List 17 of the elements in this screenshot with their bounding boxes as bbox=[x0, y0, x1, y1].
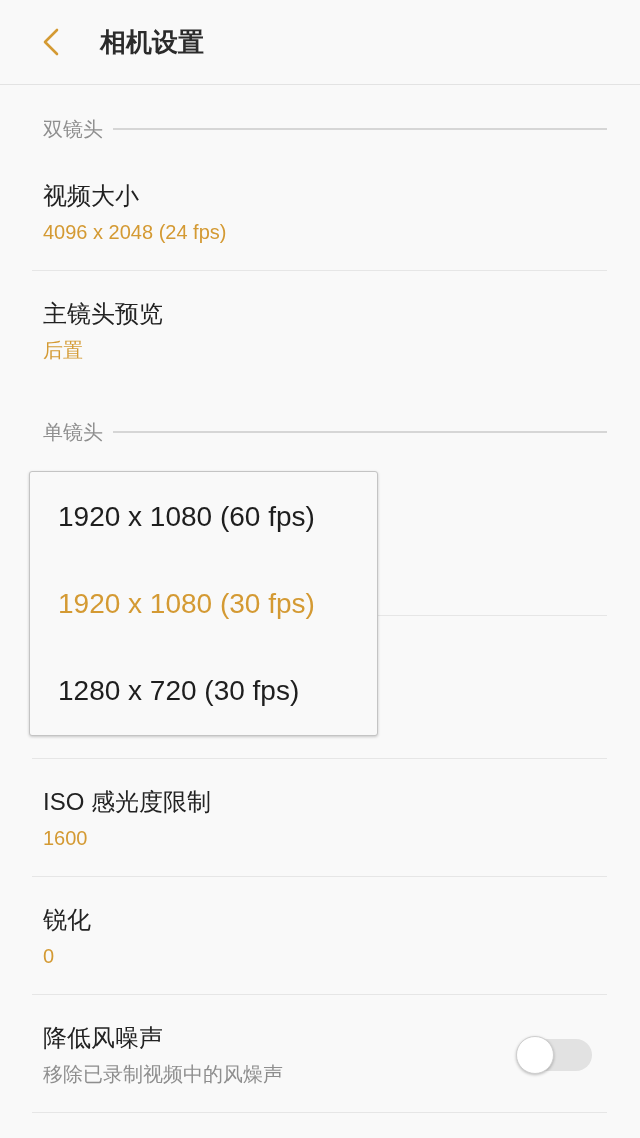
section-header: 双镜头 bbox=[43, 117, 103, 141]
back-chevron-icon bbox=[41, 28, 59, 56]
setting-value: 1600 bbox=[43, 826, 88, 851]
setting-title: ISO 感光度限制 bbox=[43, 787, 211, 817]
page-title: 相机设置 bbox=[100, 25, 204, 59]
setting-value: 4096 x 2048 (24 fps) bbox=[43, 220, 227, 245]
setting-description: 移除已录制视频中的风燥声 bbox=[43, 1062, 283, 1087]
dropdown-option[interactable]: 1920 x 1080 (60 fps) bbox=[30, 473, 377, 560]
setting-title: 主镜头预览 bbox=[43, 299, 163, 329]
toggle-switch[interactable] bbox=[516, 1036, 592, 1074]
section-header: 单镜头 bbox=[43, 420, 103, 444]
setting-value: 后置 bbox=[43, 338, 83, 363]
setting-title: 锐化 bbox=[43, 905, 91, 935]
setting-title: 降低风噪声 bbox=[43, 1023, 163, 1053]
setting-value: 0 bbox=[43, 944, 55, 969]
dropdown-option[interactable]: 1280 x 720 (30 fps) bbox=[30, 647, 377, 734]
setting-title: 视频大小 bbox=[43, 181, 139, 211]
